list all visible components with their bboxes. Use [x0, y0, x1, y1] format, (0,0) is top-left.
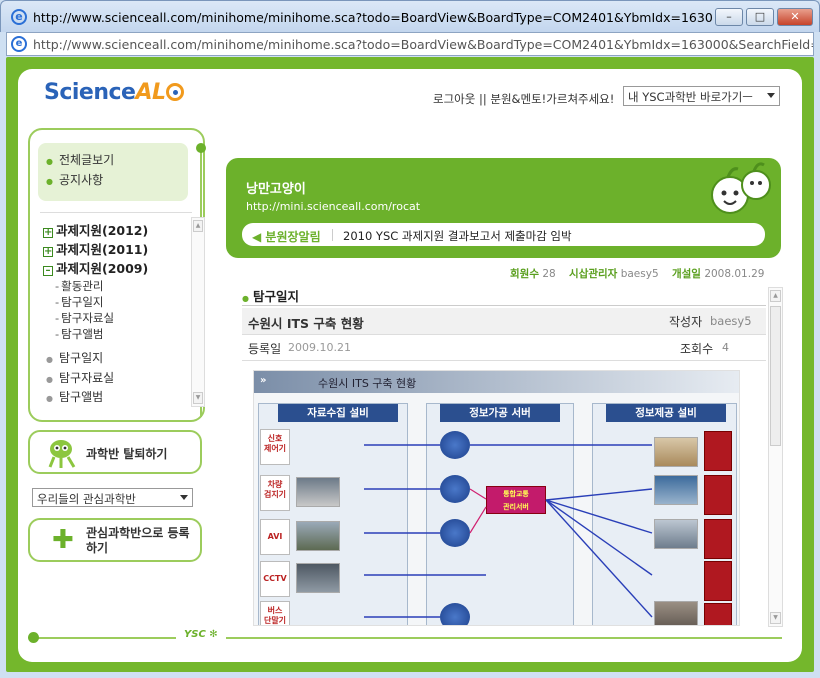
- tree-item-2011[interactable]: + 과제지원(2011): [43, 239, 148, 258]
- maximize-button[interactable]: □: [746, 8, 774, 26]
- scroll-up-icon[interactable]: ▲: [193, 220, 203, 232]
- group-archive[interactable]: ● 탐구자료실: [46, 369, 114, 386]
- divider: [242, 305, 766, 306]
- footer-dot: [28, 632, 39, 643]
- members-value: 28: [542, 268, 556, 280]
- speaker-icon: ◀: [252, 230, 262, 244]
- top-links: 로그아웃 || 분원&멘토!가르쳐주세요!: [433, 91, 614, 107]
- register-interest-label: 관심과학반으로 등록하기: [86, 526, 190, 555]
- class-select-value: 내 YSC과학반 바로가기ㅡ: [628, 90, 753, 104]
- window-title: http://www.scienceall.com/minihome/minih…: [33, 10, 713, 25]
- address-url[interactable]: http://www.scienceall.com/minihome/minih…: [33, 37, 813, 52]
- views-label: 조회수: [680, 342, 714, 356]
- bullet-icon: ●: [242, 294, 249, 303]
- notice-text[interactable]: 2010 YSC 과제지원 결과보고서 제출마감 임박: [343, 228, 572, 244]
- plus-icon: ✚: [52, 525, 74, 555]
- logo-o-icon: [165, 83, 184, 101]
- interest-select-value: 우리들의 관심과학반: [37, 492, 136, 506]
- ie-icon: e: [11, 9, 27, 25]
- tree-item-2012[interactable]: + 과제지원(2012): [43, 220, 148, 239]
- tree-item-2009[interactable]: – 과제지원(2009): [43, 258, 148, 277]
- mascot-icon: [44, 437, 82, 469]
- link-separator: ||: [478, 92, 487, 106]
- its-diagram-image: » 수원시 ITS 구축 현황 자료수집 설비 정보가공 서버 정보제공 설비 …: [253, 370, 740, 626]
- window-titlebar: e http://www.scienceall.com/minihome/min…: [0, 0, 820, 32]
- expand-icon: +: [43, 246, 53, 257]
- section-title: ● 탐구일지: [242, 289, 299, 304]
- collapse-icon: –: [43, 266, 53, 276]
- nav-all-posts[interactable]: ● 전체글보기: [46, 151, 114, 168]
- divider: [40, 212, 192, 213]
- notice-divider: [332, 229, 333, 241]
- scroll-up-icon[interactable]: ▲: [770, 290, 781, 302]
- footer-line: [36, 637, 782, 639]
- sidebar-scrollbar[interactable]: ▲ ▼: [191, 217, 205, 407]
- manager-value: baesy5: [620, 268, 659, 280]
- subitem-journal[interactable]: - 탐구일지: [55, 294, 103, 310]
- leave-club-button[interactable]: 과학반 탈퇴하기: [28, 430, 202, 474]
- sidebar-dot: [196, 143, 206, 153]
- content-scrollbar[interactable]: ▲ ▼: [768, 287, 783, 627]
- minimize-button[interactable]: –: [715, 8, 743, 26]
- bullet-icon: ●: [46, 355, 53, 364]
- date-value: 2009.10.21: [288, 341, 351, 354]
- bullet-icon: ●: [46, 177, 53, 186]
- class-select[interactable]: 내 YSC과학반 바로가기ㅡ: [623, 86, 780, 106]
- scroll-down-icon[interactable]: ▼: [770, 612, 781, 624]
- apples-icon: [706, 159, 778, 217]
- sprout-icon: ✻: [209, 629, 218, 640]
- author-value[interactable]: baesy5: [710, 314, 752, 328]
- diagram-arrows: [364, 444, 653, 618]
- bullet-icon: ●: [46, 157, 53, 166]
- subitem-album[interactable]: - 탐구앨범: [55, 326, 103, 342]
- expand-icon: +: [43, 227, 53, 238]
- address-bar[interactable]: e http://www.scienceall.com/minihome/min…: [6, 32, 814, 56]
- group-album[interactable]: ● 탐구앨범: [46, 388, 103, 405]
- date-label: 등록일: [248, 342, 282, 356]
- logout-link[interactable]: 로그아웃: [433, 92, 475, 106]
- club-stats: 회원수 28 시삽관리자 baesy5 개설일 2008.01.29: [510, 266, 764, 281]
- manager-label: 시삽관리자: [569, 268, 618, 280]
- subitem-activity[interactable]: - 활동관리: [55, 278, 103, 294]
- leave-club-label: 과학반 탈퇴하기: [86, 447, 168, 461]
- scroll-thumb[interactable]: [770, 306, 781, 446]
- chevron-down-icon: [767, 93, 775, 98]
- footer-brand: YSC ✻: [176, 629, 226, 640]
- opened-label: 개설일: [671, 268, 701, 280]
- nav-notice[interactable]: ● 공지사항: [46, 171, 103, 188]
- bullet-icon: ●: [46, 375, 53, 384]
- group-journal[interactable]: ● 탐구일지: [46, 349, 103, 366]
- notice-label: ◀ 분원장알림: [252, 230, 321, 244]
- chevron-down-icon: [180, 495, 188, 500]
- opened-value: 2008.01.29: [704, 268, 765, 280]
- bullet-icon: ●: [46, 394, 53, 403]
- site-logo[interactable]: ScienceAL: [44, 80, 184, 105]
- author-label: 작성자: [669, 315, 703, 329]
- scroll-down-icon[interactable]: ▼: [193, 392, 203, 404]
- page-icon: e: [11, 36, 27, 52]
- register-interest-button[interactable]: ✚ 관심과학반으로 등록하기: [28, 518, 202, 562]
- mentor-link[interactable]: 분원&멘토!가르쳐주세요!: [490, 92, 614, 106]
- post-title: 수원시 ITS 구축 현황: [248, 316, 364, 331]
- profile-url[interactable]: http://mini.scienceall.com/rocat: [246, 200, 420, 213]
- views-value: 4: [722, 341, 729, 354]
- profile-name: 낭만고양이: [246, 182, 306, 197]
- subitem-archive[interactable]: - 탐구자료실: [55, 310, 114, 326]
- close-button[interactable]: ✕: [777, 8, 813, 26]
- divider: [242, 360, 766, 361]
- members-label: 회원수: [510, 268, 539, 280]
- interest-select[interactable]: 우리들의 관심과학반: [32, 488, 193, 507]
